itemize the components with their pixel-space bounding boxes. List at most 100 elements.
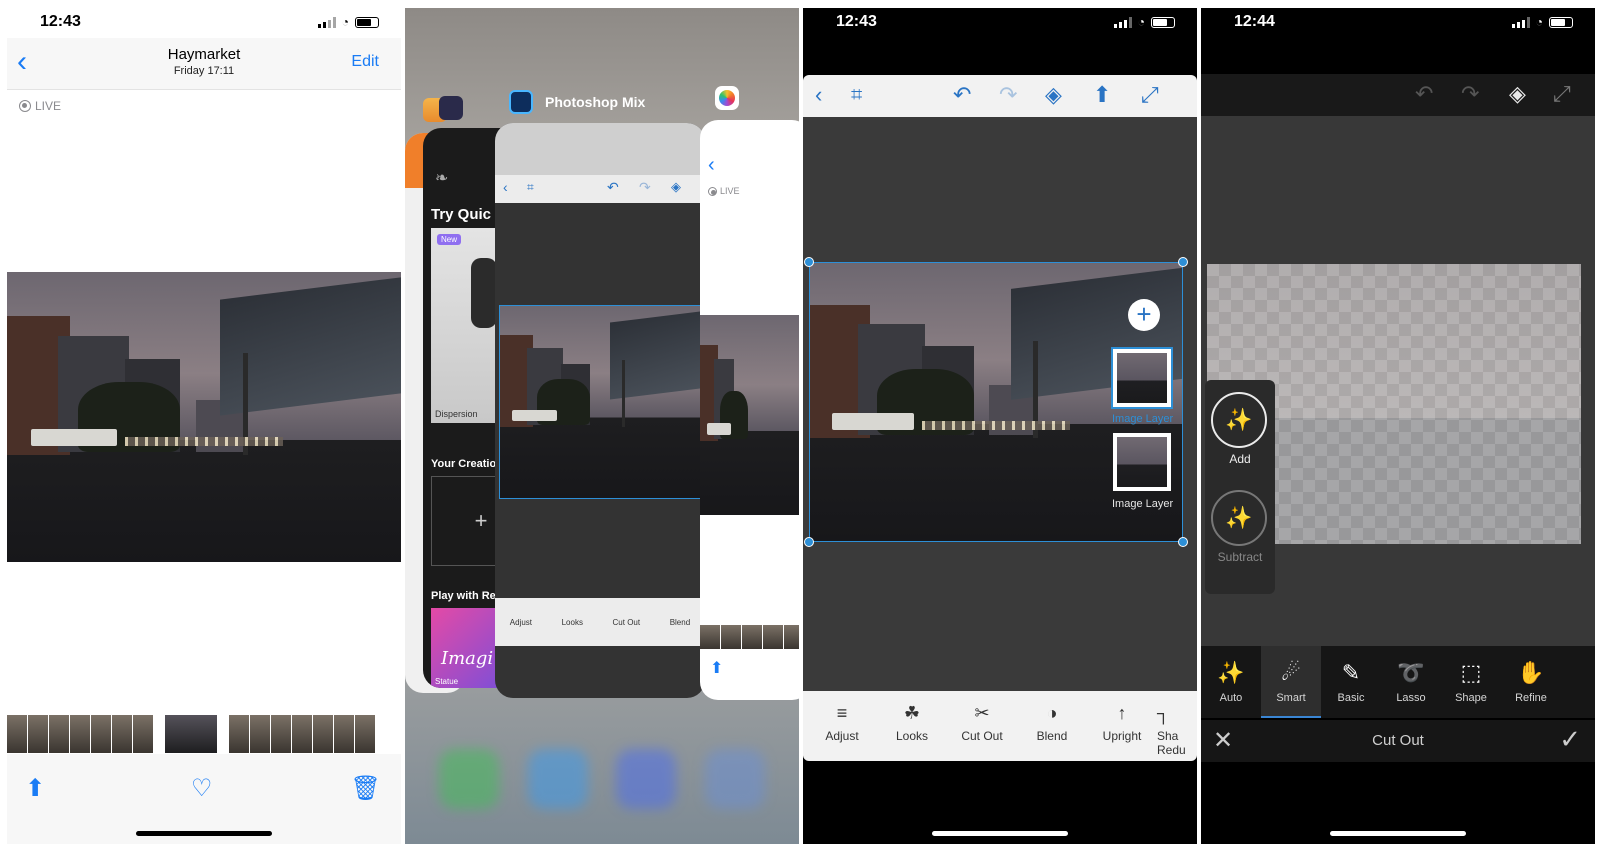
resize-handle[interactable] <box>804 537 814 547</box>
wifi-icon: ◔ <box>1137 15 1145 29</box>
shake-reduction-icon: ┐ <box>1157 703 1170 723</box>
share-icon[interactable]: ⬆ <box>25 774 45 803</box>
app-switcher-title: Photoshop Mix <box>545 94 646 110</box>
back-icon: ‹ <box>708 154 715 176</box>
status-bar: 12:43 ◔ <box>803 8 1197 38</box>
subtract-brush-button[interactable]: ✨ <box>1211 490 1267 546</box>
looks-icon: ☘ <box>903 703 921 723</box>
signal-icon <box>317 16 336 28</box>
wifi-icon: ◔ <box>341 15 349 29</box>
battery-icon <box>1151 16 1175 28</box>
editor-tool-bar: ≡ Adjust ☘ Looks ✂ Cut Out ◑ Blend ↑ Upright … <box>803 691 1197 761</box>
redo-icon[interactable]: ↷ <box>999 83 1017 107</box>
undo-icon[interactable]: ↶ <box>1415 82 1433 106</box>
tool-auto[interactable]: ✨ Auto <box>1201 646 1261 718</box>
tool-upright[interactable]: ↑ Upright <box>1087 701 1157 743</box>
tool-refine[interactable]: ✋ Refine <box>1501 646 1561 718</box>
editor-canvas[interactable]: + Image Layer Image Layer <box>803 117 1197 691</box>
checkmark-icon[interactable]: ✓ <box>1559 724 1581 755</box>
status-icons: ◔ <box>1113 15 1175 29</box>
tool-looks[interactable]: ☘ Looks <box>877 701 947 743</box>
fullscreen-icon[interactable]: ⤢ <box>1553 82 1571 106</box>
add-layer-button[interactable]: + <box>1128 299 1160 331</box>
play-with-heading: Play with Re <box>431 590 496 602</box>
live-photo-badge[interactable]: LIVE <box>19 99 61 113</box>
mini-tool-looks: Looks <box>561 617 583 627</box>
layer-label-1: Image Layer <box>1112 413 1174 425</box>
app-card-photoshop-mix[interactable]: ‹ ⌗ ↶ ↷ ◈ Adjust Looks Cut Out Blend <box>495 123 705 698</box>
back-icon[interactable]: ‹ <box>815 83 822 107</box>
layer-thumbnail-2[interactable] <box>1113 433 1171 491</box>
mini-tool-row: Adjust Looks Cut Out Blend <box>495 598 705 646</box>
subtract-label: Subtract <box>1217 550 1263 564</box>
runner-figure <box>471 258 497 328</box>
home-indicator <box>1330 831 1466 836</box>
home-indicator <box>932 831 1068 836</box>
tool-shake-reduction[interactable]: ┐ Sha Redu <box>1157 701 1197 757</box>
add-label: Add <box>1229 452 1251 466</box>
leaf-icon: ❧ <box>435 170 449 187</box>
edit-button[interactable]: Edit <box>351 53 379 71</box>
trash-icon[interactable]: 🗑 <box>351 774 381 803</box>
back-icon: ‹ <box>503 179 508 195</box>
live-icon <box>19 100 31 112</box>
new-badge: New <box>437 234 462 245</box>
layer-label-2: Image Layer <box>1112 498 1174 510</box>
photo-location-title: Haymarket <box>167 46 241 63</box>
layers-icon: ◈ <box>671 179 681 194</box>
magic-wand-icon: ✨ <box>1217 660 1245 685</box>
tool-blend[interactable]: ◑ Blend <box>1017 701 1087 743</box>
photo-preview <box>700 315 799 515</box>
crop-icon[interactable]: ⌗ <box>851 83 862 107</box>
upright-icon: ↑ <box>1117 703 1127 723</box>
app-card-photos[interactable]: ‹ LIVE ⬆ <box>700 120 799 700</box>
cutout-tool-bar: ✨ Auto ☄ Smart ✎ Basic ➰ Lasso ⬚ Shape ✋ Refin… <box>1201 646 1595 718</box>
photo-nav-bar: ‹ Haymarket Friday 17:11 Edit <box>7 38 401 90</box>
dock-blurred <box>425 734 779 824</box>
cutout-canvas[interactable]: ✨ Add ✨ Subtract <box>1201 116 1595 646</box>
tool-shape[interactable]: ⬚ Shape <box>1441 646 1501 718</box>
photo-toolbar: ⬆ ♡ 🗑 <box>7 754 401 844</box>
tool-cut-out[interactable]: ✂ Cut Out <box>947 701 1017 743</box>
redo-icon: ↷ <box>639 179 651 195</box>
editor-top-toolbar: ‹ ⌗ ↶ ↷ ◈ ⬆ ⤢ <box>803 75 1197 117</box>
mini-tool-adjust: Adjust <box>509 617 533 627</box>
battery-icon <box>355 16 379 28</box>
tool-lasso[interactable]: ➰ Lasso <box>1381 646 1441 718</box>
wifi-icon: ◔ <box>1535 15 1543 29</box>
cutout-title: Cut Out <box>1372 732 1424 749</box>
tool-smart[interactable]: ☄ Smart <box>1261 646 1321 718</box>
resize-handle[interactable] <box>1178 537 1188 547</box>
layer-thumbnail-1[interactable] <box>1111 347 1173 409</box>
heart-icon[interactable]: ♡ <box>191 774 213 803</box>
status-bar: 12:43 ◔ <box>7 8 401 38</box>
undo-icon: ↶ <box>607 179 619 195</box>
layer-selection-box[interactable]: + Image Layer Image Layer <box>804 257 1188 547</box>
tool-basic[interactable]: ✎ Basic <box>1321 646 1381 718</box>
status-time: 12:43 <box>40 13 81 30</box>
resize-handle[interactable] <box>804 257 814 267</box>
statue-label: Statue <box>435 677 459 686</box>
status-bar: 12:44 ◔ <box>1201 8 1595 38</box>
share-icon[interactable]: ⬆ <box>1093 83 1111 107</box>
add-brush-button[interactable]: ✨ <box>1211 392 1267 448</box>
status-time: 12:44 <box>1234 13 1275 30</box>
undo-icon[interactable]: ↶ <box>953 83 971 107</box>
resize-handle[interactable] <box>1178 257 1188 267</box>
signal-icon <box>1113 16 1132 28</box>
cut-out-panel: 12:44 ◔ ↶ ↷ ◈ ⤢ ✨ Add ✨ Subtract ✨ Auto ☄… <box>1201 8 1595 844</box>
redo-icon[interactable]: ↷ <box>1461 82 1479 106</box>
your-creations-heading: Your Creatio <box>431 458 497 470</box>
sliders-icon: ≡ <box>836 703 848 723</box>
fullscreen-icon[interactable]: ⤢ <box>1141 83 1159 107</box>
brush-mode-panel: ✨ Add ✨ Subtract <box>1205 380 1275 594</box>
crop-icon: ⌗ <box>527 180 534 194</box>
layers-icon[interactable]: ◈ <box>1045 83 1062 107</box>
layers-icon[interactable]: ◈ <box>1509 82 1526 106</box>
mini-tool-blend: Blend <box>669 617 691 627</box>
mini-toolbar: ‹ ⌗ ↶ ↷ ◈ <box>495 175 705 203</box>
lasso-icon: ➰ <box>1397 660 1425 685</box>
status-time: 12:43 <box>836 13 877 30</box>
thumbnail-strip[interactable] <box>7 715 375 753</box>
tool-adjust[interactable]: ≡ Adjust <box>807 701 877 743</box>
